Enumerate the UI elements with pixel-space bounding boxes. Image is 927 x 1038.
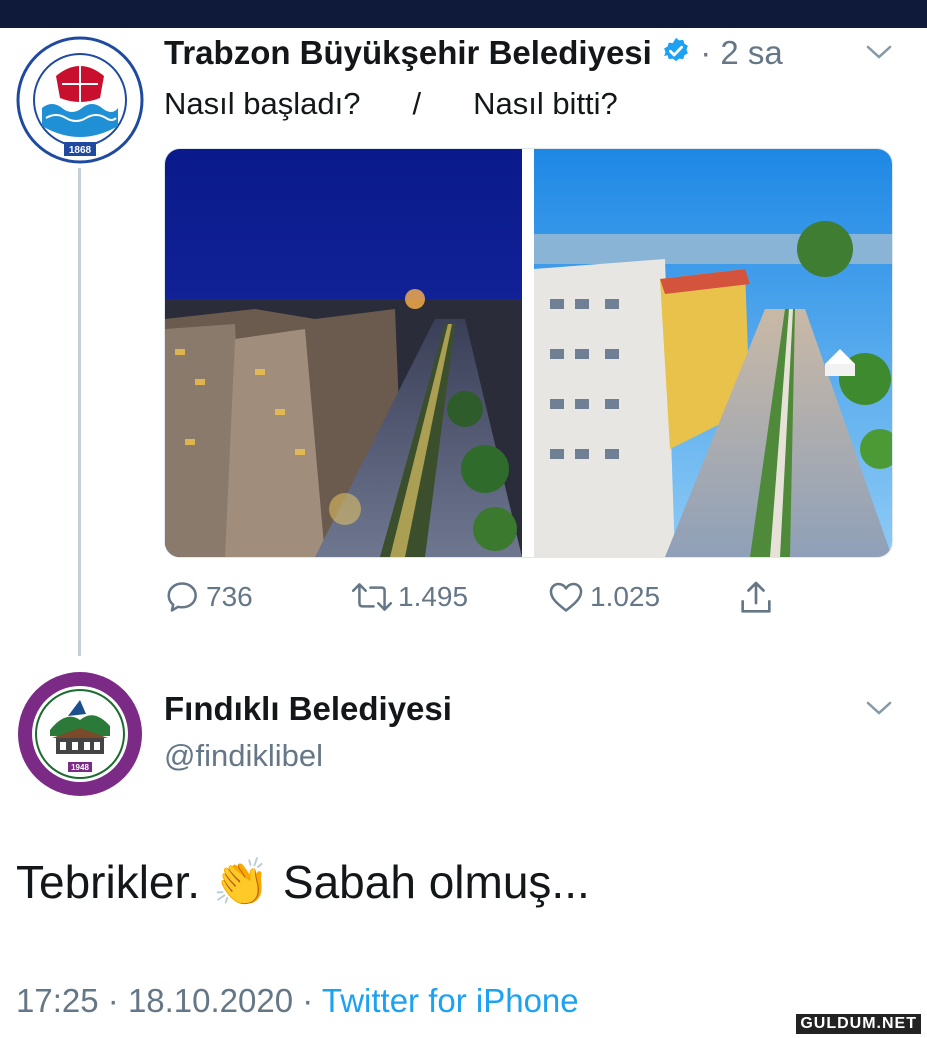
- like-button[interactable]: 1.025: [546, 578, 660, 616]
- retweet-count: 1.495: [398, 581, 469, 612]
- reply-date: 18.10.2020: [127, 982, 294, 1019]
- tweet-text: Nasıl başladı? / Nasıl bitti?: [164, 86, 618, 122]
- tweet-actions: 736 1.495 1.025: [164, 578, 804, 618]
- reply-source-link[interactable]: Twitter for iPhone: [322, 982, 579, 1019]
- reply-author-name[interactable]: Fındıklı Belediyesi: [164, 690, 452, 728]
- share-button[interactable]: [736, 578, 780, 618]
- meta-separator-1: ·: [107, 982, 119, 1019]
- svg-text:1868: 1868: [69, 145, 92, 156]
- night-city-photo[interactable]: [165, 149, 522, 557]
- clapping-hands-icon: 👏: [212, 856, 271, 908]
- tweet-time[interactable]: 2 sa: [720, 34, 782, 71]
- reply-icon: [167, 582, 197, 612]
- findikli-logo-icon: 1948: [18, 672, 142, 796]
- trabzon-avatar[interactable]: 1868: [16, 36, 144, 164]
- reply-time: 17:25: [16, 982, 99, 1019]
- retweet-button[interactable]: 1.495: [350, 578, 468, 616]
- like-count: 1.025: [590, 581, 661, 612]
- share-icon: [741, 581, 771, 613]
- verified-badge-icon: [661, 36, 691, 74]
- tweet-header: Trabzon Büyükşehir Belediyesi · 2 sa: [164, 34, 783, 74]
- reply-text: Tebrikler. 👏 Sabah olmuş...: [16, 855, 590, 910]
- trabzon-logo-icon: 1868: [16, 36, 144, 164]
- time-separator: ·: [700, 34, 712, 71]
- reply-menu-chevron-down-icon[interactable]: [864, 698, 894, 723]
- reply-button[interactable]: 736: [164, 578, 253, 616]
- status-bar: [0, 0, 927, 28]
- tweet-text-left: Nasıl başladı?: [164, 86, 361, 121]
- reply-text-before: Tebrikler.: [16, 856, 201, 908]
- tweet-menu-chevron-down-icon[interactable]: [864, 42, 894, 67]
- retweet-icon: [351, 583, 393, 611]
- watermark: GULDUM.NET: [796, 1014, 921, 1034]
- reply-meta: 17:25 · 18.10.2020 · Twitter for iPhone: [16, 982, 579, 1020]
- thread-line: [78, 168, 81, 656]
- reply-text-after: Sabah olmuş...: [282, 856, 590, 908]
- day-city-photo[interactable]: [534, 149, 892, 557]
- findikli-avatar[interactable]: 1948: [16, 670, 144, 798]
- tweet-media[interactable]: [164, 148, 893, 558]
- meta-separator-2: ·: [302, 982, 314, 1019]
- reply-handle[interactable]: @findiklibel: [164, 738, 323, 774]
- tweet-text-right: Nasıl bitti?: [473, 86, 618, 121]
- svg-text:1948: 1948: [71, 763, 89, 772]
- tweet-text-slash: /: [412, 86, 422, 121]
- heart-icon: [549, 582, 583, 612]
- reply-count: 736: [206, 581, 253, 612]
- author-name[interactable]: Trabzon Büyükşehir Belediyesi: [164, 34, 652, 71]
